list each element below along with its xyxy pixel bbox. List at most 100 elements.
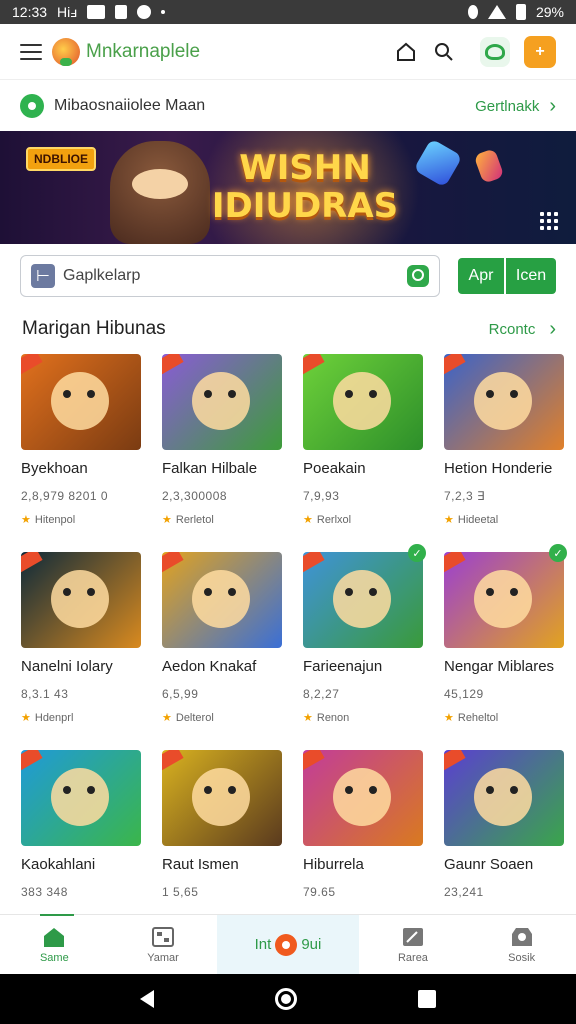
game-meta: 1 5,65 [162, 885, 199, 899]
game-card[interactable]: ✓ Nengar Miblares 45,129 ★ Reheltol [444, 544, 569, 750]
brand-name: Mnkarnaplele [86, 40, 201, 62]
nav-games[interactable]: Yamar [109, 915, 218, 974]
edit-icon [402, 927, 423, 946]
toggle-option-left[interactable]: Apr [458, 258, 506, 294]
game-title: Hetion Honderie [444, 460, 553, 477]
promo-banner[interactable]: NDBLIOE WISHN IDIUDRAS [0, 131, 576, 244]
game-card[interactable]: Poeakain 7,9,93 ★ Rerlxol [303, 354, 428, 552]
game-rating-label: Rerletol [175, 513, 214, 526]
game-thumbnail[interactable] [21, 354, 141, 450]
bluetooth-icon [467, 5, 478, 19]
check-badge-icon: ✓ [408, 544, 426, 562]
promo-icon[interactable] [480, 36, 510, 67]
section-link-text: Rcontc [488, 320, 536, 338]
recents-icon[interactable] [417, 990, 436, 1008]
menu-icon[interactable] [20, 43, 42, 60]
game-meta: 7,9,93 [303, 489, 340, 503]
location-label: Mibaosnaiiolee Maan [54, 97, 206, 114]
profile-icon[interactable]: + [524, 35, 556, 68]
toggle-option-right[interactable]: Icen [506, 258, 556, 294]
check-badge-icon: ✓ [549, 544, 567, 562]
game-thumbnail[interactable] [303, 750, 423, 846]
game-title: Nengar Miblares [444, 658, 555, 675]
section-see-all-link[interactable]: Rcontc › [489, 318, 556, 341]
character-art [474, 372, 532, 430]
section-title: Marigan Hibunas [22, 318, 166, 339]
dot-icon [161, 10, 166, 14]
game-thumbnail[interactable] [444, 750, 564, 846]
game-meta: 2,3,300008 [162, 489, 228, 503]
home-icon [44, 927, 65, 947]
game-thumbnail[interactable] [303, 552, 423, 648]
game-title: Farieenajun [303, 658, 383, 675]
star-icon: ★ [162, 514, 172, 526]
game-card[interactable]: Aedon Knakaf 6,5,99 ★ Delterol [162, 552, 287, 750]
nav-center-left-label: Int [254, 936, 272, 953]
game-thumbnail[interactable] [162, 750, 282, 846]
game-thumbnail[interactable] [162, 552, 282, 648]
wifi-icon [487, 5, 506, 19]
game-card[interactable]: Byekhoan 2,8,979 8201 0 ★ Hitenpol [21, 354, 146, 552]
game-thumbnail[interactable] [21, 552, 141, 648]
location-bar[interactable]: Mibaosnaiiolee Maan Gertlnakk › [0, 81, 576, 131]
chevron-right-icon: › [549, 317, 556, 340]
nav-rewards[interactable]: Rarea [359, 915, 468, 974]
grid-menu-icon[interactable] [540, 212, 558, 230]
character-art [51, 570, 109, 628]
game-meta: 23,241 [444, 885, 484, 899]
banner-title: WISHN IDIUDRAS [205, 149, 405, 225]
system-home-icon[interactable] [274, 988, 297, 1010]
game-title: Raut Ismen [162, 856, 239, 873]
battery-icon [515, 4, 526, 20]
game-grid: Byekhoan 2,8,979 8201 0 ★ Hitenpol Falkan Hi… [21, 354, 567, 948]
game-meta: 7,2,3 ∃ [444, 489, 486, 503]
game-thumbnail[interactable] [303, 354, 423, 450]
nav-home-label: Same [39, 951, 69, 964]
location-pin-icon [20, 94, 44, 118]
corner-ribbon [303, 750, 325, 771]
lock-icon [115, 5, 128, 19]
search-icon[interactable] [434, 42, 454, 62]
search-go-icon[interactable] [407, 265, 429, 287]
chevron-right-icon: › [549, 94, 556, 117]
search-box[interactable]: ⊢ [20, 255, 440, 297]
character-art [333, 570, 391, 628]
banner-title-line2: IDIUDRAS [211, 186, 399, 226]
brand-logo[interactable] [52, 37, 80, 66]
game-thumbnail[interactable] [444, 552, 564, 648]
game-rating-label: Hideetal [457, 513, 499, 526]
game-title: Aedon Knakaf [162, 658, 257, 675]
game-thumbnail[interactable] [444, 354, 564, 450]
nav-social[interactable]: Sosik [467, 915, 576, 974]
app-header: Mnkarnaplele + [0, 24, 576, 80]
game-card[interactable]: ✓ Farieenajun 8,2,27 ★ Renon [303, 544, 428, 750]
corner-ribbon [162, 552, 184, 573]
game-rating: ★ Renon [303, 711, 428, 725]
game-rating-label: Delterol [175, 711, 214, 724]
nav-rewards-label: Rarea [397, 951, 428, 964]
game-meta: 8,3.1 43 [21, 687, 69, 701]
search-input[interactable] [63, 267, 407, 285]
nav-center-button[interactable]: Int 9ui [217, 915, 359, 974]
filter-icon[interactable]: ⊢ [31, 264, 55, 288]
banner-mascot-image [110, 141, 210, 244]
game-meta: 6,5,99 [162, 687, 199, 701]
banner-title-line1: WISHN [239, 148, 371, 188]
star-icon: ★ [303, 514, 313, 526]
location-link[interactable]: Gertlnakk › [475, 95, 556, 118]
nav-games-label: Yamar [147, 951, 179, 964]
game-meta: 2,8,979 8201 0 [21, 489, 109, 503]
nav-home[interactable]: Same [0, 914, 109, 974]
gamepad-icon [152, 926, 174, 947]
app-icon [137, 5, 152, 19]
character-art [474, 570, 532, 628]
game-thumbnail[interactable] [21, 750, 141, 846]
game-title: Falkan Hilbale [162, 460, 258, 477]
game-thumbnail[interactable] [162, 354, 282, 450]
game-card[interactable]: Nanelni Iolary 8,3.1 43 ★ Hdenprl [21, 552, 146, 750]
game-rating: ★ Reheltol [444, 711, 569, 725]
game-card[interactable]: Falkan Hilbale 2,3,300008 ★ Rerletol [162, 354, 287, 552]
back-icon[interactable] [140, 990, 155, 1008]
game-card[interactable]: Hetion Honderie 7,2,3 ∃ ★ Hideetal [444, 354, 569, 552]
home-icon[interactable] [396, 42, 416, 62]
